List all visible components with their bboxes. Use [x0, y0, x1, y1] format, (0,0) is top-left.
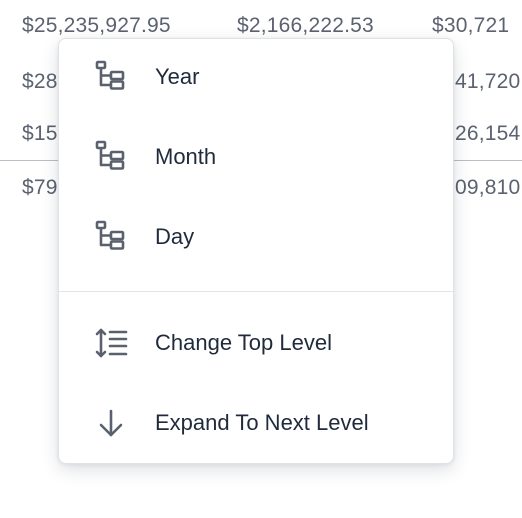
- menu-item-label: Year: [155, 64, 200, 89]
- hierarchy-icon: [93, 59, 129, 95]
- menu-item-year[interactable]: Year: [59, 47, 453, 107]
- context-menu: Year Month Day Change Top Level Expand T…: [58, 38, 454, 464]
- table-cell: $79: [22, 176, 58, 199]
- table-cell: 26,154: [455, 122, 521, 145]
- table-cell: $25,235,927.95: [22, 14, 171, 37]
- menu-separator: [59, 291, 453, 292]
- list-sort-icon: [93, 325, 129, 361]
- hierarchy-icon: [93, 219, 129, 255]
- arrow-down-icon: [93, 405, 129, 441]
- menu-item-label: Month: [155, 144, 217, 169]
- table-cell: 41,720: [455, 70, 521, 93]
- menu-item-label: Change Top Level: [155, 330, 332, 355]
- menu-item-change-top-level[interactable]: Change Top Level: [59, 313, 453, 373]
- menu-item-month[interactable]: Month: [59, 127, 453, 187]
- table-cell: $2,166,222.53: [237, 14, 374, 37]
- table-cell: $15: [22, 122, 58, 145]
- pivot-grid-view: $25,235,927.95 $2,166,222.53 $30,721 $28…: [0, 0, 522, 518]
- table-cell: 09,810: [455, 176, 521, 199]
- menu-item-expand-next-level[interactable]: Expand To Next Level: [59, 393, 453, 453]
- table-cell: $28: [22, 70, 58, 93]
- menu-item-label: Expand To Next Level: [155, 410, 369, 435]
- menu-item-day[interactable]: Day: [59, 207, 453, 267]
- menu-item-label: Day: [155, 224, 195, 249]
- table-cell: $30,721: [432, 14, 510, 37]
- hierarchy-icon: [93, 139, 129, 175]
